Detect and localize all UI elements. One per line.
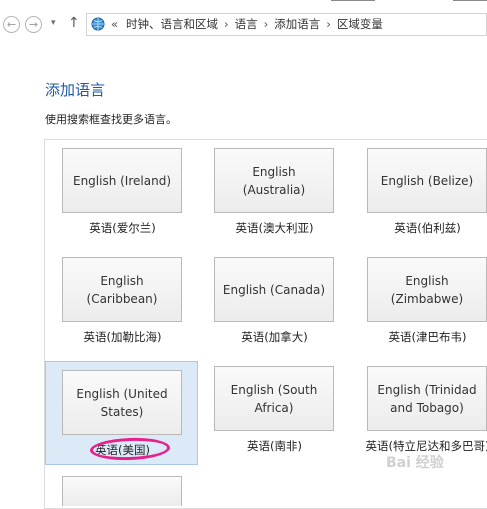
- language-item[interactable]: English (Belize) 英语(伯利兹): [351, 140, 487, 244]
- breadcrumb-item[interactable]: 语言: [235, 17, 258, 31]
- language-tile[interactable]: English (Belize): [367, 148, 487, 213]
- language-tile[interactable]: [62, 476, 182, 506]
- maximize-icon[interactable]: [331, 0, 375, 3]
- window-title-strip: [0, 0, 487, 8]
- language-item[interactable]: English (Australia) 英语(澳大利亚): [198, 140, 351, 244]
- language-caption: 英语(伯利兹): [394, 221, 461, 235]
- globe-icon: [91, 17, 105, 31]
- language-tile[interactable]: English (South Africa): [214, 366, 334, 431]
- breadcrumb-item[interactable]: 添加语言: [274, 17, 320, 31]
- back-arrow-icon[interactable]: ←: [3, 16, 20, 33]
- language-caption: 英语(加勒比海): [83, 330, 162, 344]
- language-item-selected[interactable]: English (United States) 英语(美国): [45, 361, 198, 465]
- language-caption: 英语(加拿大): [241, 330, 308, 344]
- language-item[interactable]: English (Canada) 英语(加拿大): [198, 249, 351, 353]
- language-item[interactable]: English (Ireland) 英语(爱尔兰): [46, 140, 199, 244]
- page-title: 添加语言: [45, 81, 106, 99]
- language-tile[interactable]: English (Canada): [214, 257, 334, 322]
- watermark: Bai 经验: [386, 455, 444, 471]
- language-item[interactable]: English (South Africa) 英语(南非): [198, 358, 351, 462]
- language-item-partial[interactable]: [46, 468, 199, 506]
- language-tile[interactable]: English (Zimbabwe): [367, 257, 487, 322]
- language-tile[interactable]: English (United States): [62, 370, 182, 435]
- language-item[interactable]: English (Caribbean) 英语(加勒比海): [46, 249, 199, 353]
- up-arrow-icon[interactable]: ↑: [68, 15, 80, 31]
- breadcrumb-item[interactable]: 区域变量: [337, 17, 383, 31]
- breadcrumb-separator: ›: [224, 17, 229, 31]
- language-tile[interactable]: English (Trinidad and Tobago): [367, 366, 487, 431]
- forward-arrow-icon[interactable]: →: [25, 16, 42, 33]
- close-icon[interactable]: [453, 0, 487, 4]
- navigation-bar: ← → ▾ ↑ « 时钟、语言和区域 › 语言 › 添加语言 › 区域变量: [0, 10, 487, 40]
- breadcrumb: « 时钟、语言和区域 › 语言 › 添加语言 › 区域变量: [111, 14, 383, 35]
- language-caption: 英语(澳大利亚): [235, 221, 314, 235]
- language-caption: 英语(爱尔兰): [89, 221, 156, 235]
- breadcrumb-item[interactable]: 时钟、语言和区域: [126, 17, 218, 31]
- language-tile[interactable]: English (Caribbean): [62, 257, 182, 322]
- language-tile[interactable]: English (Australia): [214, 148, 334, 213]
- language-item[interactable]: English (Trinidad and Tobago) 英语(特立尼达和多巴…: [351, 358, 487, 462]
- language-caption: 英语(津巴布韦): [388, 330, 467, 344]
- breadcrumb-separator: ›: [263, 17, 269, 31]
- language-caption: 英语(南非): [247, 439, 302, 453]
- language-tile[interactable]: English (Ireland): [62, 148, 182, 213]
- dropdown-icon[interactable]: ▾: [51, 18, 56, 28]
- language-item[interactable]: English (Zimbabwe) 英语(津巴布韦): [351, 249, 487, 353]
- page-subtitle: 使用搜索框查找更多语言。: [45, 113, 177, 126]
- breadcrumb-overflow[interactable]: «: [111, 17, 118, 31]
- address-bar[interactable]: « 时钟、语言和区域 › 语言 › 添加语言 › 区域变量: [86, 13, 487, 36]
- breadcrumb-separator: ›: [326, 17, 331, 31]
